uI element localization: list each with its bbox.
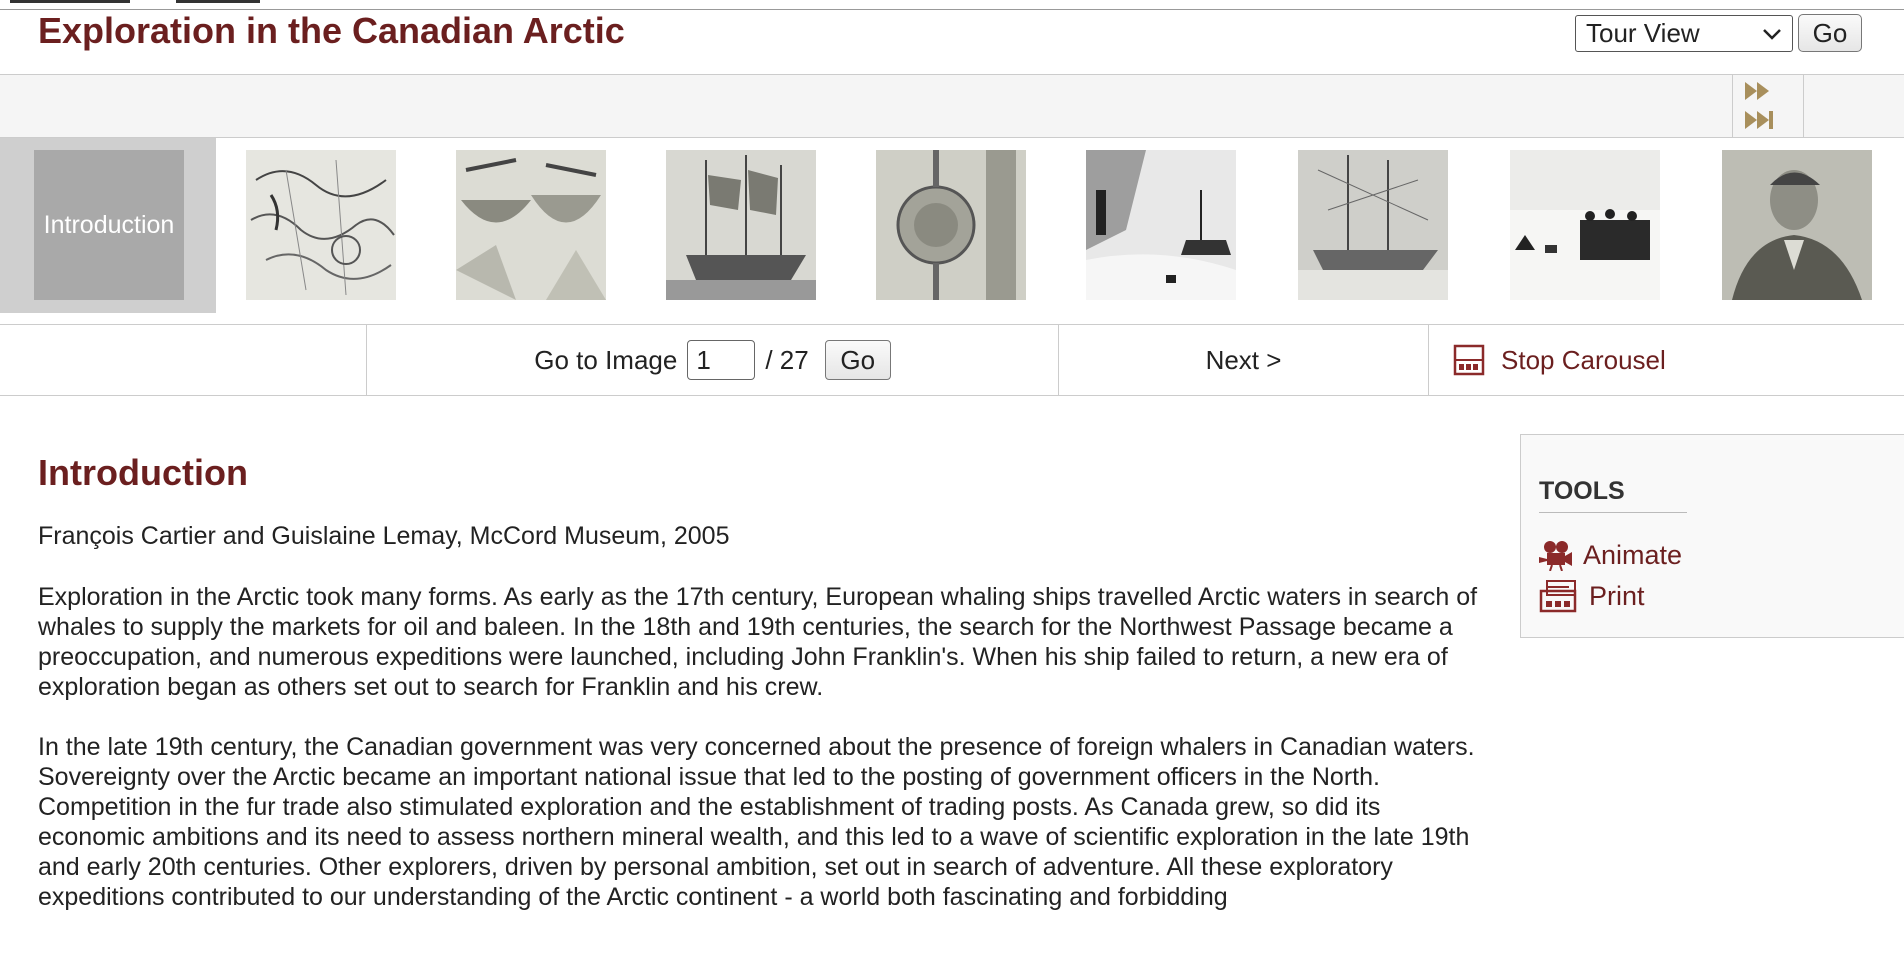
image-carousel: Introduction [0,138,1904,313]
film-camera-icon [1539,541,1572,571]
stop-carousel-label: Stop Carousel [1501,344,1666,375]
tools-heading: TOOLS [1539,477,1687,513]
next-label: Next > [1205,344,1282,375]
total-images-label: / 27 [765,344,809,375]
arctic-map-image [246,150,396,300]
next-button[interactable]: Next > [1058,325,1428,395]
view-select[interactable]: Tour View [1575,15,1793,52]
sailing-ship-image [666,150,816,300]
image-number-input[interactable]: 1 [687,340,756,380]
goto-go-button[interactable]: Go [824,340,891,380]
tools-panel: TOOLS Animate Print [1520,434,1904,638]
thumb-introduction[interactable]: Introduction [34,150,184,300]
thumb-map[interactable] [246,150,396,300]
chevron-down-icon [1763,28,1781,40]
animate-label: Animate [1583,539,1683,570]
view-go-button[interactable]: Go [1798,14,1862,52]
thumb-ship-in-ice[interactable] [1298,150,1448,300]
ice-photo-image [1086,150,1236,300]
page-title: Exploration in the Canadian Arctic [38,10,625,51]
thumb-ships[interactable] [666,150,816,300]
sledge-party-image [1510,150,1660,300]
top-strip [0,0,1904,10]
carousel-intro-slot: Introduction [0,138,216,313]
carousel-icon [1453,344,1485,376]
top-fragment [10,0,130,3]
intro-paragraph-2: In the late 19th century, the Canadian g… [38,733,1475,911]
carousel-navigation: Go to Image 1 / 27 Go Next > Stop Carous… [0,324,1904,396]
ornament-image [876,150,1026,300]
intro-paragraph-1: Exploration in the Arctic took many form… [38,583,1478,701]
top-fragment [176,0,260,3]
stop-carousel-button[interactable]: Stop Carousel [1428,325,1904,395]
carousel-control-bar [0,74,1904,138]
author-byline: François Cartier and Guislaine Lemay, Mc… [38,522,730,550]
print-label: Print [1589,580,1645,611]
fast-forward-end-icon[interactable] [1743,109,1775,131]
thumb-ice-photo[interactable] [1086,150,1236,300]
thumb-ornament[interactable] [876,150,1026,300]
view-select-value: Tour View [1586,18,1700,48]
thumb-portrait[interactable] [1722,150,1872,300]
fast-forward-icon[interactable] [1743,80,1775,102]
portrait-image [1722,150,1872,300]
animate-link[interactable]: Animate [1539,539,1682,571]
ship-in-ice-image [1298,150,1448,300]
fast-forward-cell[interactable] [1732,75,1804,137]
whaling-boats-image [456,150,606,300]
thumb-sledge-party[interactable] [1510,150,1660,300]
goto-label: Go to Image [534,344,678,375]
thumb-boats[interactable] [456,150,606,300]
image-number-value: 1 [696,344,711,375]
print-icon [1539,580,1577,613]
print-link[interactable]: Print [1539,579,1645,613]
section-heading: Introduction [38,452,248,493]
goto-image-cell: Go to Image 1 / 27 Go [366,325,1058,395]
